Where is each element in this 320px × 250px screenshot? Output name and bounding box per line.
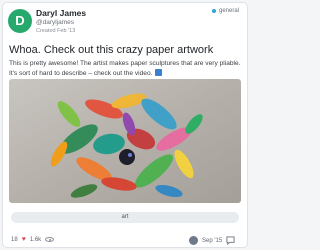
post-body-line-2: It's sort of hard to describe – check ou… (9, 69, 163, 77)
author-name[interactable]: Daryl James (36, 8, 86, 18)
post-body-line-1: This is pretty awesome! The artist makes… (9, 60, 241, 67)
last-poster-avatar[interactable] (189, 236, 198, 245)
heart-icon[interactable]: ♥ (22, 236, 26, 243)
emoji-icon (155, 69, 163, 76)
created-date: Created Feb '13 (36, 28, 76, 34)
tag-art[interactable]: art (11, 212, 239, 223)
view-count: 1.6k (29, 236, 42, 243)
post-stats: 18 ♥ 1.6k (11, 236, 55, 243)
channel-label: general (218, 8, 239, 14)
channel-dot-icon (211, 9, 216, 13)
post-footer-meta: Sep '15 (189, 236, 235, 245)
channel-badge[interactable]: general (211, 8, 239, 14)
post-title[interactable]: Whoa. Check out this crazy paper artwork (9, 44, 213, 56)
comment-icon[interactable] (226, 236, 235, 245)
post-body-line-2-text: It's sort of hard to describe – check ou… (9, 70, 153, 77)
like-count: 18 (11, 236, 18, 243)
author-handle: @daryljames (36, 19, 75, 26)
avatar[interactable]: D (8, 9, 32, 33)
artwork-image[interactable] (9, 79, 241, 203)
last-activity-date: Sep '15 (202, 237, 223, 244)
post-card: D Daryl James @daryljames Created Feb '1… (2, 2, 248, 248)
paper-artwork-illustration (9, 79, 241, 203)
eye-icon (45, 237, 55, 242)
